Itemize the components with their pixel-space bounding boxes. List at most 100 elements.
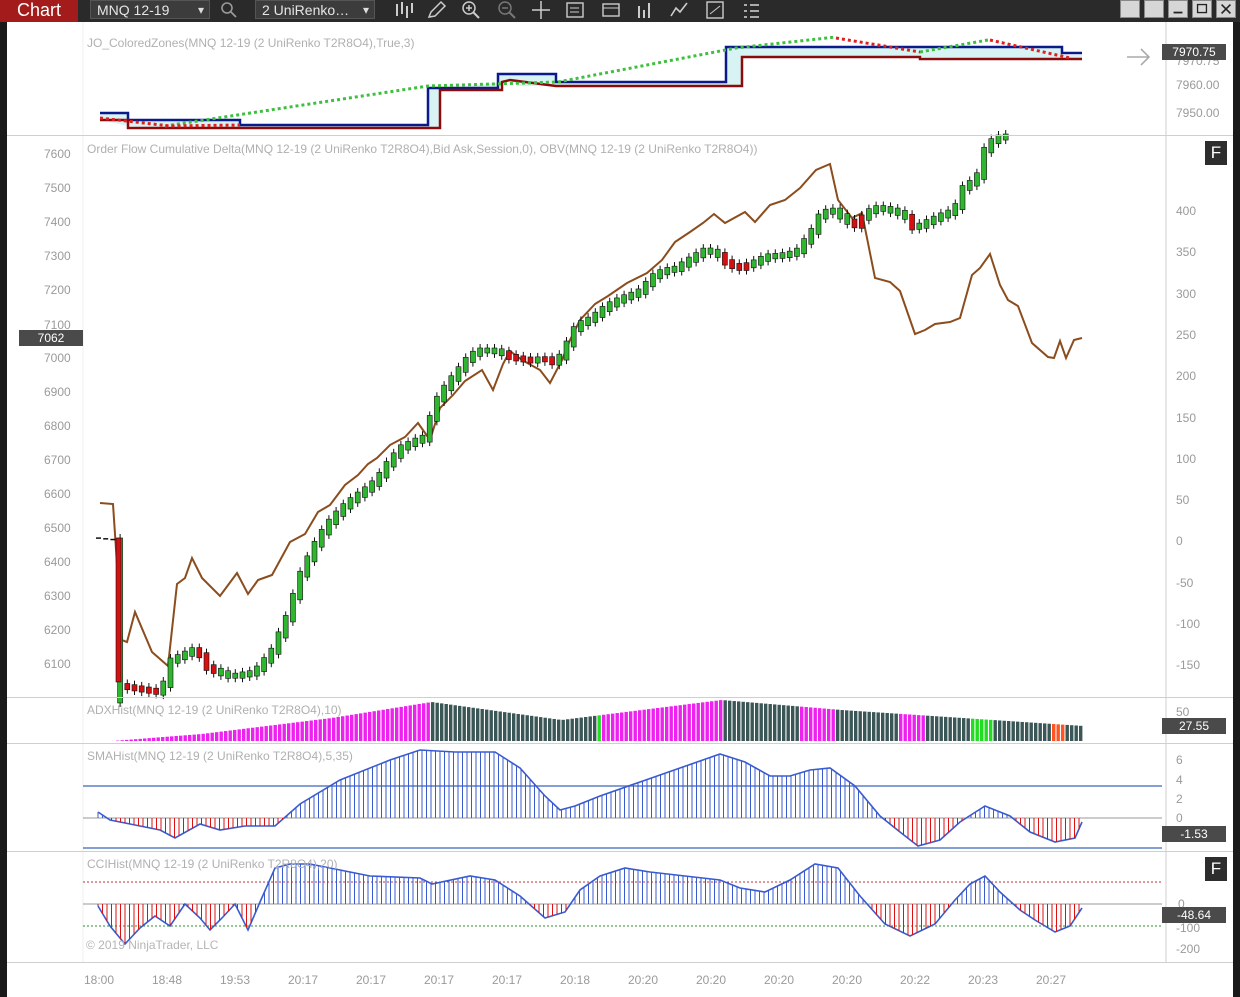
adx-bar [381,709,385,741]
adx-bar [210,732,214,741]
obv-axis-label: -100 [1176,617,1201,631]
down-candle [210,664,217,674]
up-candle [765,253,771,262]
adx-bar [543,717,547,741]
adx-bar [440,703,444,741]
price-axis-label: 7200 [44,283,71,297]
adx-bar [359,713,363,741]
down-candle [722,252,728,266]
time-axis-label: 18:00 [84,973,115,987]
panel-separator[interactable] [7,851,1233,852]
time-axis-label: 18:48 [152,973,183,987]
adx-bar [242,728,246,741]
adx-bar [629,711,633,741]
adx-bar [813,707,817,741]
time-axis-label: 20:17 [288,973,319,987]
adx-bar [206,733,210,741]
adx-bar [548,718,552,741]
adx-bar [179,735,183,741]
adx-bar [1025,722,1029,741]
up-candle [750,259,757,269]
adx-bar [354,714,358,741]
up-candle [570,326,577,348]
adx-bar [593,715,597,741]
adx-bar [737,701,741,741]
adx-bar [791,705,795,741]
adx-bar [516,713,520,741]
up-candle [174,654,181,664]
adx-bar [948,717,952,741]
adx-bar [849,710,853,741]
adx-bar [1065,724,1069,741]
up-candle [254,665,260,677]
adx-bar [282,723,286,741]
adx-bar [525,715,529,741]
adx-bar [309,720,313,741]
adx-bar [588,716,592,741]
adx-axis-label: 50 [1176,705,1190,719]
copyright-text: © 2019 NinjaTrader, LLC [86,938,219,952]
adx-bar [732,701,736,741]
adx-bar [701,702,705,741]
adx-bar [683,704,687,741]
up-candle [995,134,1002,145]
adx-bar [1047,723,1051,741]
adx-bar [633,710,637,741]
adx-bar [192,734,196,741]
adx-bar [989,719,993,741]
up-candle [160,680,167,696]
up-candle [592,311,599,323]
up-candle [844,213,851,225]
arrow-right-icon[interactable] [1127,48,1151,66]
panel-separator[interactable] [7,697,1233,698]
adx-bar [1038,723,1042,741]
adx-bar [251,727,255,741]
adx-bar [687,704,691,741]
obv-axis-label: 200 [1176,369,1197,384]
up-candle [340,503,347,517]
adx-bar [993,720,997,741]
adx-bar [561,719,565,741]
up-candle [282,615,289,639]
up-candle [470,350,476,363]
f-button[interactable]: F [1205,857,1227,881]
cci-indicator-label: CCIHist(MNQ 12-19 (2 UniRenko T2R8O4),20… [87,857,338,871]
obv-axis-label: -50 [1176,575,1194,590]
panel-separator[interactable] [7,743,1233,744]
adx-bar [269,725,273,741]
f-button[interactable]: F [1205,141,1227,165]
adx-bar [611,713,615,741]
up-candle [923,219,930,229]
down-candle [196,647,203,659]
up-candle [311,541,318,563]
adx-bar [534,716,538,741]
up-candle [880,205,887,212]
adx-bar [449,704,453,741]
adx-bar [723,700,727,741]
up-candle [657,269,663,280]
up-candle [246,670,253,678]
adx-bar [957,717,961,741]
adx-bar [314,719,318,741]
adx-bar [1034,722,1038,741]
down-candle [513,353,519,362]
adx-bar [291,722,295,741]
adx-bar [467,707,471,741]
adx-bar [138,738,142,741]
sma-value-tag: -1.53 [1162,826,1226,842]
adx-bar [480,708,484,741]
up-candle [599,306,606,318]
adx-bar [566,719,570,741]
up-candle [686,256,692,268]
down-candle [542,356,548,363]
up-candle [650,273,656,288]
panel-separator[interactable] [7,135,1233,136]
adx-bar [134,739,138,741]
zone-red-line [100,55,1082,130]
up-candle [441,384,447,403]
adx-bar [854,710,858,741]
adx-bar [764,703,768,741]
up-candle [261,657,267,672]
adx-bar [287,723,291,741]
up-candle [239,671,246,679]
